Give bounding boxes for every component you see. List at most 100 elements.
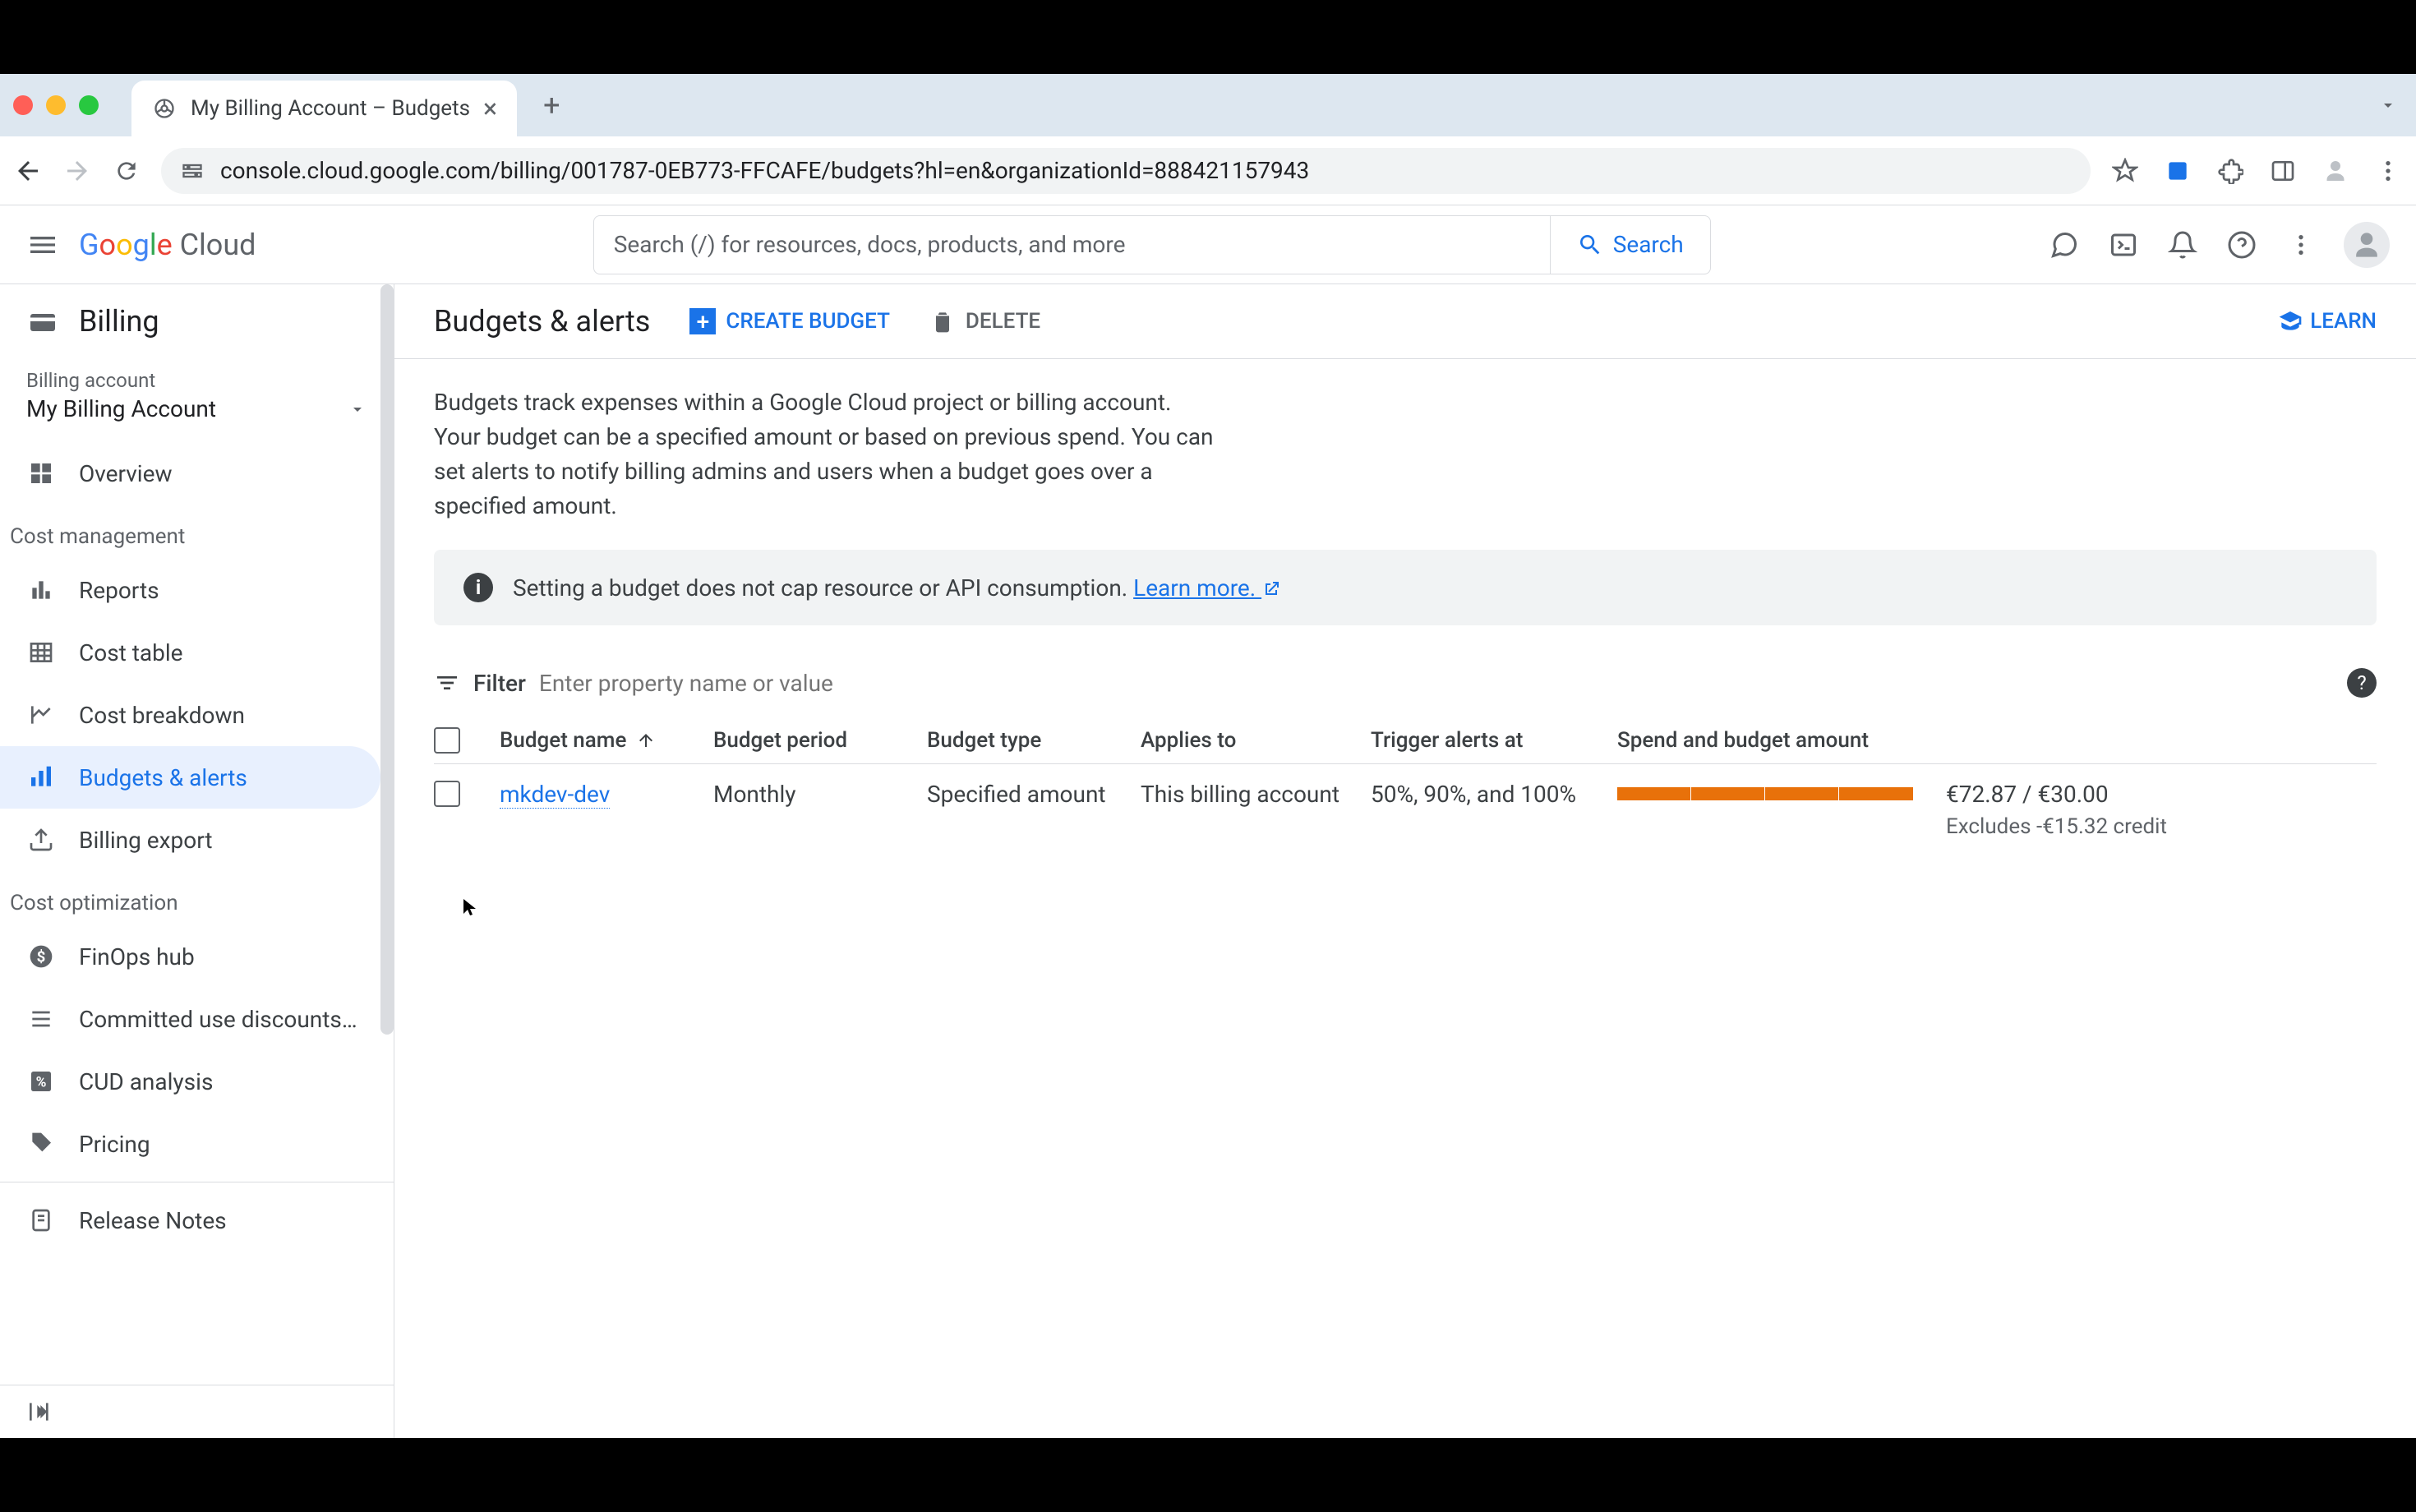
filter-icon (434, 670, 460, 696)
sidebar-item-cud[interactable]: Committed use discounts… (0, 988, 394, 1050)
filter-help-icon[interactable]: ? (2347, 668, 2377, 698)
sidebar-item-cost-table[interactable]: Cost table (0, 621, 394, 684)
filter-input[interactable] (539, 670, 2334, 697)
search-input[interactable]: Search (/) for resources, docs, products… (593, 215, 1551, 274)
account-value: My Billing Account (26, 395, 216, 422)
tabs-dropdown-icon[interactable] (2373, 90, 2403, 120)
reload-button[interactable] (112, 156, 141, 186)
sidebar-item-cud-analysis[interactable]: % CUD analysis (0, 1050, 394, 1113)
sidebar-item-label: Pricing (79, 1131, 150, 1158)
learn-button[interactable]: LEARN (2277, 308, 2377, 334)
search-container: Search (/) for resources, docs, products… (593, 215, 1711, 274)
tab-favicon-icon (151, 95, 178, 122)
forward-button[interactable] (62, 156, 92, 186)
sidebar-item-finops[interactable]: $ FinOps hub (0, 925, 394, 988)
external-link-icon (1261, 579, 1281, 599)
new-tab-button[interactable]: + (543, 88, 560, 122)
table-icon (26, 638, 56, 667)
extension-icon-1[interactable] (2163, 156, 2192, 186)
cell-applies: This billing account (1141, 781, 1371, 808)
notes-icon (26, 1205, 56, 1235)
sidebar-item-label: CUD analysis (79, 1068, 213, 1095)
header-trigger[interactable]: Trigger alerts at (1371, 728, 1617, 753)
budget-name-link[interactable]: mkdev-dev (500, 781, 610, 809)
sidebar-item-billing-export[interactable]: Billing export (0, 809, 394, 871)
browser-tab[interactable]: My Billing Account – Budgets × (131, 81, 517, 136)
google-cloud-logo[interactable]: Google Cloud (79, 228, 256, 262)
browser-menu-icon[interactable] (2373, 156, 2403, 186)
header-type[interactable]: Budget type (927, 728, 1141, 753)
sidebar-item-budgets[interactable]: Budgets & alerts (0, 746, 380, 809)
trash-icon (929, 308, 956, 334)
window-maximize-button[interactable] (79, 95, 99, 115)
billing-account-selector[interactable]: Billing account My Billing Account (0, 359, 394, 442)
delete-button[interactable]: DELETE (929, 308, 1040, 334)
notifications-icon[interactable] (2166, 228, 2199, 261)
header-period[interactable]: Budget period (713, 728, 927, 753)
learn-icon (2277, 308, 2303, 334)
chevron-down-icon (348, 399, 367, 419)
sidebar-item-overview[interactable]: Overview (0, 442, 394, 505)
cell-period: Monthly (713, 781, 927, 808)
header-name[interactable]: Budget name (500, 728, 713, 753)
tab-close-icon[interactable]: × (483, 93, 497, 124)
learn-more-link[interactable]: Learn more. (1133, 574, 1281, 602)
site-settings-icon[interactable] (181, 159, 204, 182)
sidebar-item-pricing[interactable]: Pricing (0, 1113, 394, 1175)
money-icon: $ (26, 942, 56, 971)
header-applies[interactable]: Applies to (1141, 728, 1371, 753)
sidebar-item-cost-breakdown[interactable]: Cost breakdown (0, 684, 394, 746)
cell-trigger: 50%, 90%, and 100% (1371, 781, 1617, 808)
sidebar-item-label: FinOps hub (79, 943, 195, 970)
window-controls (13, 95, 99, 115)
page-description: Budgets track expenses within a Google C… (434, 385, 1223, 523)
row-checkbox[interactable] (434, 781, 460, 807)
sidebar-item-label: Committed use discounts… (79, 1006, 357, 1033)
filter-row: Filter ? (434, 658, 2377, 708)
extensions-icon[interactable] (2215, 156, 2245, 186)
bookmark-icon[interactable] (2110, 156, 2140, 186)
help-icon[interactable] (2225, 228, 2258, 261)
sidebar-item-label: Cost table (79, 639, 183, 666)
back-button[interactable] (13, 156, 43, 186)
more-icon[interactable] (2285, 228, 2317, 261)
window-minimize-button[interactable] (46, 95, 66, 115)
percent-icon: % (26, 1067, 56, 1096)
user-avatar[interactable] (2344, 222, 2390, 268)
menu-icon[interactable] (26, 228, 59, 261)
create-budget-button[interactable]: + CREATE BUDGET (689, 308, 890, 334)
budget-table: Budget name Budget period Budget type Ap… (434, 717, 2377, 855)
sidebar-scrollbar[interactable] (380, 284, 394, 1035)
url-text: console.cloud.google.com/billing/001787-… (220, 157, 2071, 184)
sidebar-item-release-notes[interactable]: Release Notes (0, 1189, 394, 1252)
url-input[interactable]: console.cloud.google.com/billing/001787-… (161, 148, 2091, 194)
browser-tab-bar: My Billing Account – Budgets × + (0, 74, 2416, 136)
spend-amount: €72.87 / €30.00 (1946, 781, 2167, 808)
select-all-checkbox[interactable] (434, 727, 460, 754)
plus-icon: + (689, 308, 716, 334)
info-text: Setting a budget does not cap resource o… (513, 574, 1281, 602)
window-close-button[interactable] (13, 95, 33, 115)
cloud-shell-icon[interactable] (2107, 228, 2140, 261)
cell-type: Specified amount (927, 781, 1141, 808)
sidebar-item-label: Budgets & alerts (79, 764, 247, 791)
chat-icon[interactable] (2048, 228, 2081, 261)
sidebar-collapse-button[interactable] (0, 1385, 394, 1438)
header-spend[interactable]: Spend and budget amount (1617, 728, 2377, 753)
breakdown-icon (26, 700, 56, 730)
profile-icon[interactable] (2321, 156, 2350, 186)
spend-credit: Excludes -€15.32 credit (1946, 814, 2167, 839)
content-header: Budgets & alerts + CREATE BUDGET DELETE … (394, 284, 2416, 359)
table-row: mkdev-dev Monthly Specified amount This … (434, 764, 2377, 855)
page-title: Budgets & alerts (434, 304, 650, 339)
bar-chart-icon (26, 575, 56, 605)
info-banner: i Setting a budget does not cap resource… (434, 550, 2377, 625)
search-button[interactable]: Search (1551, 215, 1711, 274)
info-icon: i (463, 573, 493, 602)
side-panel-icon[interactable] (2268, 156, 2298, 186)
tag-icon (26, 1129, 56, 1159)
sidebar-item-label: Cost breakdown (79, 702, 245, 729)
svg-text:%: % (36, 1075, 47, 1091)
sidebar-item-label: Reports (79, 577, 159, 604)
sidebar-item-reports[interactable]: Reports (0, 559, 394, 621)
